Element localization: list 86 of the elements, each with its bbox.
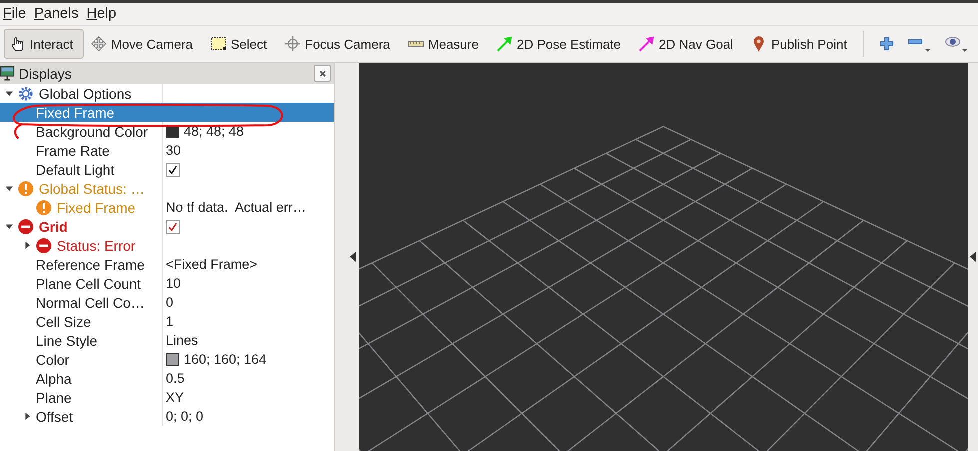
tree-row[interactable]: Line Style Lines (0, 331, 334, 350)
tree-row[interactable]: Fixed Frame No tf data. Actual err… (0, 198, 334, 217)
property-name: Global Options (39, 86, 132, 102)
expanded-arrow-icon[interactable] (4, 184, 14, 193)
property-name: Fixed Frame (57, 200, 136, 216)
property-value: 48; 48; 48 (184, 124, 244, 139)
tree-row[interactable]: Default Light (0, 160, 334, 179)
property-name: Plane (36, 390, 72, 406)
warning-icon (18, 180, 34, 196)
collapsed-arrow-icon[interactable] (22, 241, 32, 250)
tool-button[interactable]: Interact (4, 29, 84, 59)
gear-icon (18, 86, 34, 102)
crosshair-icon (285, 36, 302, 52)
hand-icon (10, 36, 26, 52)
tool-button[interactable]: 2D Pose Estimate (490, 29, 632, 59)
property-name: Fixed Frame (36, 104, 115, 120)
arrow-icon (639, 36, 656, 52)
collapsed-arrow-icon[interactable] (22, 412, 32, 421)
property-name: Line Style (36, 332, 98, 348)
property-name: Status: Error (57, 238, 136, 254)
property-value: No tf data. Actual err… (166, 200, 306, 215)
error-icon (18, 218, 34, 234)
property-name: Normal Cell Co… (36, 294, 145, 310)
property-name: Frame Rate (36, 142, 110, 158)
expanded-arrow-icon[interactable] (4, 89, 14, 98)
expanded-arrow-icon[interactable] (4, 222, 14, 231)
checkmark-icon (168, 222, 178, 232)
tool-button[interactable]: Move Camera (85, 29, 204, 59)
tool-button[interactable]: Select (205, 29, 278, 59)
selection-rectangle-icon (211, 36, 227, 52)
menu-item[interactable]: Help (86, 6, 124, 22)
tool-button[interactable]: Measure (402, 29, 490, 59)
property-name: Alpha (36, 370, 72, 386)
property-name: Default Light (36, 162, 115, 178)
warning-icon (36, 200, 52, 216)
property-value: 160; 160; 164 (184, 352, 267, 367)
checkbox[interactable] (166, 220, 180, 234)
expand-arrow-icon[interactable] (970, 252, 976, 262)
tool-button[interactable]: Focus Camera (279, 29, 402, 59)
tree-row[interactable]: Offset 0; 0; 0 (0, 407, 334, 426)
error-icon (36, 238, 52, 254)
tree-row[interactable]: Background Color 48; 48; 48 (0, 122, 334, 141)
tree-row[interactable]: Reference Frame <Fixed Frame> (0, 255, 334, 274)
3d-view[interactable] (359, 63, 968, 451)
eye-icon (945, 35, 970, 53)
arrow-icon (496, 36, 513, 52)
property-name: Cell Size (36, 314, 92, 330)
panel-title: Displays (19, 66, 73, 82)
tool-button[interactable]: Publish Point (745, 29, 858, 59)
tool-button[interactable]: 2D Nav Goal (633, 29, 744, 59)
tree-row[interactable]: Fixed Frame (0, 103, 334, 122)
menu-item[interactable]: File (2, 6, 34, 22)
tree-row[interactable]: Plane XY (0, 388, 334, 407)
tree-row[interactable]: Status: Error (0, 236, 334, 255)
property-value: 1 (166, 314, 174, 329)
property-name: Plane Cell Count (36, 276, 142, 292)
property-value: <Fixed Frame> (166, 257, 258, 272)
property-value: 0 (166, 295, 174, 310)
property-name: Background Color (36, 124, 148, 140)
tree-row[interactable]: Frame Rate 30 (0, 141, 334, 160)
property-name: Reference Frame (36, 256, 145, 272)
property-value: 0.5 (166, 371, 185, 386)
property-value: 30 (166, 143, 182, 158)
property-value: 10 (166, 276, 182, 291)
property-value: XY (166, 390, 184, 405)
property-name: Grid (39, 218, 68, 234)
monitor-icon (0, 66, 15, 81)
move-arrows-icon (91, 36, 108, 52)
close-icon (318, 70, 326, 78)
tree-row[interactable]: Normal Cell Co… 0 (0, 293, 334, 312)
tree-row[interactable]: Plane Cell Count 10 (0, 274, 334, 293)
menu-item[interactable]: Panels (33, 6, 86, 22)
plus-icon (879, 36, 896, 52)
property-value: Lines (166, 333, 198, 348)
property-name: Global Status: … (39, 180, 145, 196)
checkmark-icon (168, 164, 178, 174)
tree-row[interactable]: Alpha 0.5 (0, 369, 334, 388)
close-button[interactable] (314, 65, 331, 82)
checkbox[interactable] (166, 162, 180, 176)
tree-row[interactable]: Cell Size 1 (0, 312, 334, 331)
tree-row[interactable]: Color 160; 160; 164 (0, 350, 334, 369)
tree-row[interactable]: Grid (0, 217, 334, 236)
property-name: Offset (36, 408, 74, 424)
property-name: Color (36, 352, 70, 368)
property-value: 0; 0; 0 (166, 409, 204, 424)
collapse-arrow-icon[interactable] (350, 252, 356, 262)
